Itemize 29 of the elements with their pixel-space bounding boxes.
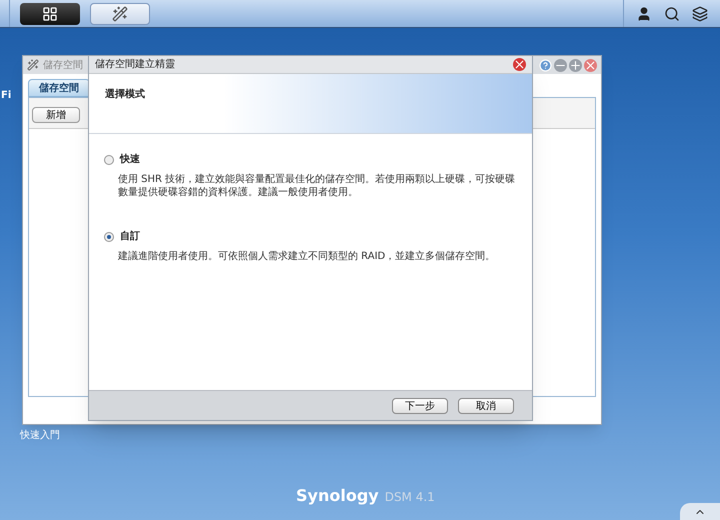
option-label: 快速 xyxy=(120,152,140,167)
minimize-icon[interactable] xyxy=(554,58,567,72)
option-description: 使用 SHR 技術，建立效能與容量配置最佳化的儲存空間。若使用兩顆以上硬碟，可按硬碟數量提供硬碟容錯的資料保護。建議一般使用者使用。 xyxy=(118,173,516,199)
user-icon[interactable] xyxy=(636,6,652,22)
radio-button[interactable] xyxy=(104,232,114,242)
window-title: 儲存空間 xyxy=(43,58,83,72)
close-icon[interactable] xyxy=(513,58,526,71)
grid-icon xyxy=(42,6,58,22)
storage-tab[interactable]: 儲存空間 xyxy=(28,79,90,97)
step-title: 選擇模式 xyxy=(105,89,145,100)
option-description: 建議進階使用者使用。可依照個人需求建立不同類型的 RAID，並建立多個儲存空間。 xyxy=(118,250,496,263)
app-button[interactable] xyxy=(90,2,150,24)
close-icon[interactable] xyxy=(584,58,597,72)
wand-icon xyxy=(27,59,39,71)
option-label: 自訂 xyxy=(120,230,140,244)
next-button[interactable]: 下一步 xyxy=(392,398,448,414)
widgets-icon[interactable] xyxy=(692,6,708,22)
help-icon[interactable] xyxy=(539,58,552,72)
version-label: DSM 4.1 xyxy=(384,489,435,506)
add-button[interactable]: 新增 xyxy=(32,107,80,123)
maximize-icon[interactable] xyxy=(569,58,582,72)
radio-button[interactable] xyxy=(104,154,114,164)
main-menu-button[interactable] xyxy=(20,2,80,24)
wand-icon xyxy=(112,6,128,22)
cancel-button[interactable]: 取消 xyxy=(458,398,514,414)
wizard-title: 儲存空間建立精靈 xyxy=(95,58,175,72)
search-icon[interactable] xyxy=(664,6,680,22)
desktop-icon-label[interactable]: Fi xyxy=(1,88,12,103)
brand-logo: Synology xyxy=(296,485,379,507)
